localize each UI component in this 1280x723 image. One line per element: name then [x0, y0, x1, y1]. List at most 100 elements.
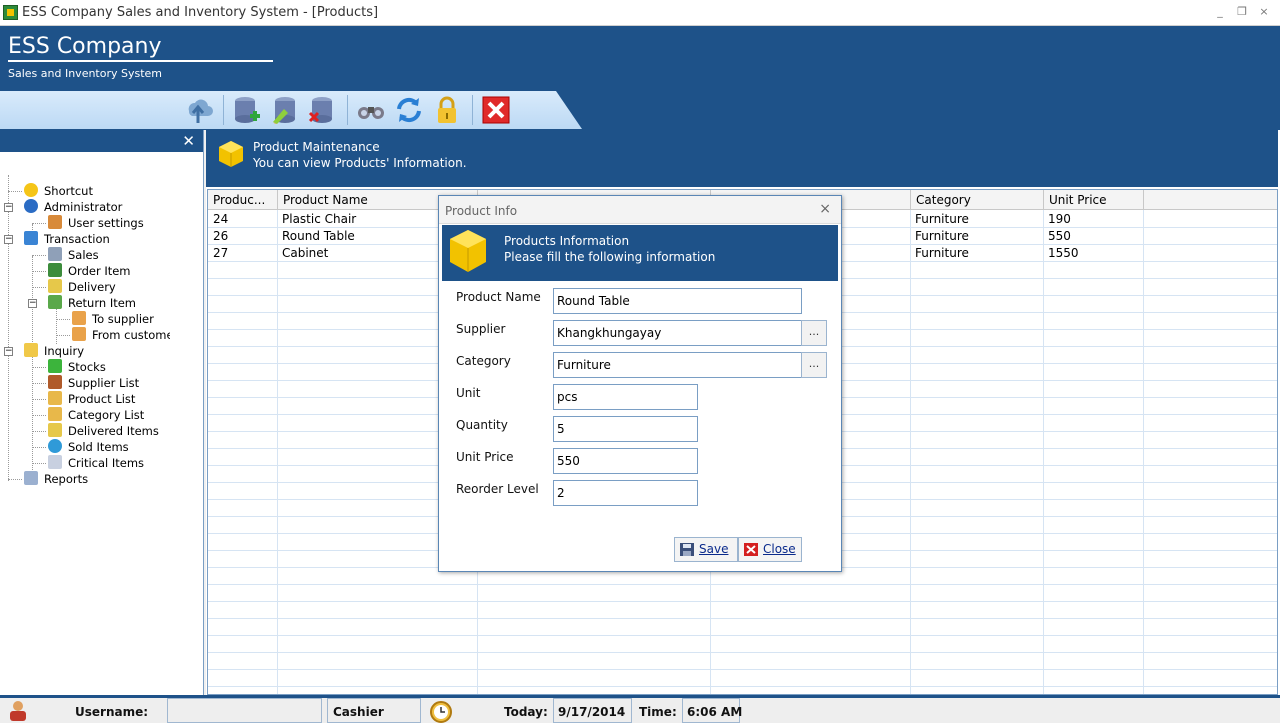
user-avatar-icon [10, 701, 26, 721]
add-record-icon[interactable] [232, 95, 262, 125]
product-info-dialog: Product Info × Products Information Plea… [438, 195, 842, 572]
reorder-level-input[interactable] [553, 480, 698, 506]
sidebar-item-label: Sales [68, 248, 99, 262]
category-browse-button[interactable]: ... [801, 352, 827, 378]
sidebar-item-return-item[interactable]: Return Item [48, 295, 136, 311]
product-box-icon [450, 230, 486, 272]
delivered-items-icon [48, 423, 62, 437]
sidebar-item-transaction[interactable]: Transaction [24, 231, 110, 247]
minimize-button[interactable]: _ [1210, 3, 1230, 21]
unit-label: Unit [456, 386, 481, 400]
sidebar-item-reports[interactable]: Reports [24, 471, 88, 487]
time-label: Time: [639, 705, 677, 719]
to-supplier-icon [72, 311, 86, 325]
supplier-label: Supplier [456, 322, 506, 336]
user-settings-icon [48, 215, 62, 229]
cell-category: Furniture [915, 246, 969, 260]
quantity-input[interactable] [553, 416, 698, 442]
sidebar-item-label: Reports [44, 472, 89, 486]
dialog-band-title: Products Information [504, 234, 630, 248]
sidebar-item-label: Delivered Items [68, 424, 159, 438]
banner-subtitle: You can view Products' Information. [253, 156, 467, 170]
lock-icon[interactable] [432, 95, 462, 125]
app-subtitle: Sales and Inventory System [8, 67, 163, 80]
column-header-filler [1144, 190, 1277, 210]
column-header-unit-price[interactable]: Unit Price [1044, 190, 1144, 210]
sidebar-item-from-customer[interactable]: From custome [72, 327, 170, 343]
column-header-category[interactable]: Category [911, 190, 1044, 210]
status-bar: Username: Cashier Today: 9/17/2014 Time:… [0, 695, 1280, 723]
sidebar-item-sold-items[interactable]: Sold Items [48, 439, 129, 455]
supplier-list-icon [48, 375, 62, 389]
edit-record-icon[interactable] [270, 95, 300, 125]
restore-button[interactable]: ❐ [1232, 3, 1252, 21]
reorder-level-label: Reorder Level [456, 482, 539, 496]
sidebar-item-inquiry[interactable]: Inquiry [24, 343, 84, 359]
cell-product-id: 27 [213, 246, 229, 260]
sidebar-item-sales[interactable]: Sales [48, 247, 99, 263]
return-item-icon [48, 295, 62, 309]
sidebar-item-user-settings[interactable]: User settings [48, 215, 144, 231]
cell-unit-price: 550 [1048, 229, 1071, 243]
sidebar-item-label: From custome [92, 328, 170, 342]
supplier-input[interactable] [553, 320, 802, 346]
column-header-product-id[interactable]: Produc... [208, 190, 278, 210]
return-item-expander[interactable]: − [28, 299, 37, 308]
administrator-icon [24, 199, 38, 213]
sidebar-item-administrator[interactable]: Administrator [24, 199, 122, 215]
sidebar-item-to-supplier[interactable]: To supplier [72, 311, 154, 327]
product-name-input[interactable] [553, 288, 802, 314]
unit-price-input[interactable] [553, 448, 698, 474]
cell-unit-price: 1550 [1048, 246, 1079, 260]
sidebar-item-label: Critical Items [68, 456, 145, 470]
sidebar-item-shortcut[interactable]: Shortcut [24, 183, 93, 199]
category-input[interactable] [553, 352, 802, 378]
sidebar-item-label: Inquiry [44, 344, 84, 358]
sidebar-close-icon[interactable]: ✕ [182, 132, 195, 150]
save-button[interactable]: Save [674, 537, 738, 562]
supplier-browse-button[interactable]: ... [801, 320, 827, 346]
product-name-label: Product Name [456, 290, 541, 304]
product-list-icon [48, 391, 62, 405]
window-title: ESS Company Sales and Inventory System -… [22, 5, 379, 20]
date-value: 9/17/2014 [558, 705, 626, 719]
unit-price-label: Unit Price [456, 450, 514, 464]
grid-row-line [208, 584, 1277, 585]
unit-input[interactable] [553, 384, 698, 410]
inquiry-expander[interactable]: − [4, 347, 13, 356]
reports-icon [24, 471, 38, 485]
window-close-button[interactable]: × [1254, 3, 1274, 21]
cell-category: Furniture [915, 212, 969, 226]
floppy-disk-icon [680, 543, 694, 556]
sidebar-item-critical-items[interactable]: Critical Items [48, 455, 144, 471]
close-button[interactable]: Close [738, 537, 802, 562]
today-label: Today: [504, 705, 548, 719]
refresh-icon[interactable] [394, 95, 424, 125]
sidebar-item-label: Product List [68, 392, 136, 406]
administrator-expander[interactable]: − [4, 203, 13, 212]
product-box-icon [219, 141, 243, 167]
exit-icon[interactable] [481, 95, 511, 125]
dialog-header-band: Products Information Please fill the fol… [442, 225, 838, 281]
critical-items-icon [48, 455, 62, 469]
transaction-expander[interactable]: − [4, 235, 13, 244]
sidebar-item-order-item[interactable]: Order Item [48, 263, 131, 279]
sidebar-item-label: Shortcut [44, 184, 93, 198]
dialog-close-icon[interactable]: × [819, 201, 831, 217]
company-underline [8, 60, 273, 62]
upload-icon[interactable] [183, 95, 213, 125]
sidebar-item-category-list[interactable]: Category List [48, 407, 144, 423]
search-binoculars-icon[interactable] [356, 95, 386, 125]
cell-product-id: 24 [213, 212, 229, 226]
delete-record-icon[interactable] [307, 95, 337, 125]
sidebar-item-delivery[interactable]: Delivery [48, 279, 116, 295]
sidebar-item-delivered-items[interactable]: Delivered Items [48, 423, 159, 439]
grid-row-line [208, 618, 1277, 619]
save-button-label: Save [699, 542, 729, 556]
sidebar-header: ✕ [0, 130, 203, 152]
cell-category: Furniture [915, 229, 969, 243]
sidebar-item-product-list[interactable]: Product List [48, 391, 135, 407]
sidebar-item-supplier-list[interactable]: Supplier List [48, 375, 139, 391]
product-maintenance-banner: Product Maintenance You can view Product… [206, 130, 1278, 187]
sidebar-item-stocks[interactable]: Stocks [48, 359, 106, 375]
